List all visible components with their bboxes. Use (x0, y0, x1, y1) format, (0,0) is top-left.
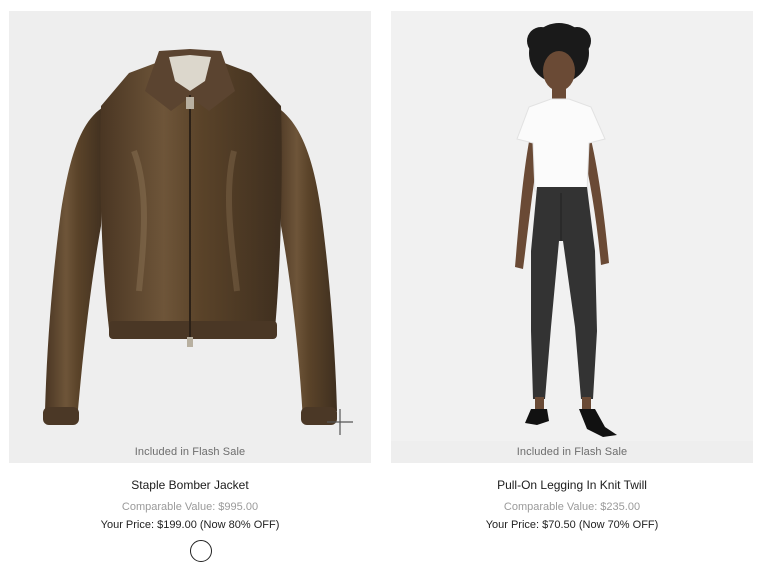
product-name[interactable]: Pull-On Legging In Knit Twill (391, 478, 753, 492)
crosshair-cursor-icon (327, 409, 353, 435)
model-in-leggings-illustration (515, 23, 617, 437)
product-image-bomber-jacket[interactable] (9, 11, 371, 441)
comparable-value: Comparable Value: $235.00 (503, 501, 641, 513)
partial-circle-icon[interactable] (190, 540, 212, 562)
bomber-jacket-illustration (43, 49, 337, 425)
comparable-value: Comparable Value: $995.00 (121, 501, 259, 513)
product-name[interactable]: Staple Bomber Jacket (9, 478, 371, 492)
product-card-pull-on-legging[interactable]: Included in Flash Sale Pull-On Legging I… (391, 11, 753, 531)
your-price: Your Price: $70.50 (Now 70% OFF) (485, 519, 659, 531)
product-image-legging[interactable] (391, 11, 753, 441)
product-card-staple-bomber-jacket[interactable]: Included in Flash Sale Staple Bomber Jac… (9, 11, 371, 531)
flash-sale-badge: Included in Flash Sale (9, 441, 371, 463)
your-price: Your Price: $199.00 (Now 80% OFF) (100, 519, 280, 531)
flash-sale-badge: Included in Flash Sale (391, 441, 753, 463)
